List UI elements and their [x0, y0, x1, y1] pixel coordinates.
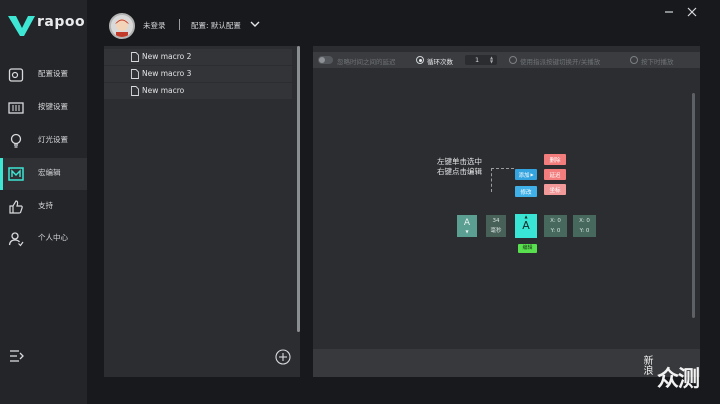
key-label: A [463, 218, 471, 228]
sidebar-item-profile[interactable]: 个人中心 [0, 223, 87, 255]
chevron-down-icon[interactable] [250, 20, 260, 28]
submenu-arrow-icon: ▶ [530, 172, 534, 177]
avatar-image [111, 15, 133, 37]
sidebar-item-macro[interactable]: 宏编辑 [0, 158, 87, 190]
coord-tile[interactable]: X: 0 Y: 0 [573, 215, 596, 237]
hint-line-2: 右键点击编辑 [437, 167, 482, 176]
delay-unit: 毫秒 [490, 228, 502, 234]
sidebar-item-support[interactable]: 支持 [0, 191, 87, 223]
connector-line [491, 168, 514, 192]
key-a-press-tile[interactable]: A ▼ [457, 215, 477, 237]
coord-x: X: 0 [550, 218, 561, 224]
config-label[interactable]: 配置: 默认配置 [191, 20, 241, 31]
lightbulb-icon [10, 133, 22, 148]
press-play-label: 按下时播放 [641, 58, 674, 66]
delay-menu-item[interactable]: 延迟 [544, 169, 566, 180]
list-item[interactable]: New macro 3 [104, 66, 292, 82]
loop-count-stepper[interactable]: 1 ▲ ▼ [465, 55, 497, 65]
user-icon [8, 232, 24, 247]
list-scrollbar[interactable] [297, 46, 300, 332]
keyboard-icon [8, 102, 24, 114]
macro-name: New macro [142, 86, 185, 95]
sidebar-item-label: 配置设置 [38, 69, 68, 78]
delete-menu-item[interactable]: 删除 [544, 154, 566, 165]
toggle-mode-radio[interactable] [509, 56, 517, 64]
arrow-down-icon: ▼ [465, 229, 469, 234]
thumbs-up-icon [9, 200, 23, 214]
minimize-icon[interactable] [664, 7, 674, 17]
collapse-icon[interactable] [9, 350, 25, 362]
toggle-mode-label: 使用指派按键切换开/关播放 [520, 58, 601, 66]
macro-icon [8, 167, 24, 181]
file-icon [131, 86, 139, 96]
ignore-delay-label: 忽略时间之间的延迟 [337, 58, 396, 66]
loop-count-label: 循环次数 [427, 58, 453, 66]
loop-count-value: 1 [475, 56, 480, 64]
key-a-release-tile[interactable]: ▲ A [515, 214, 537, 238]
modify-menu-item[interactable]: 修改 [515, 186, 537, 197]
sidebar-item-label: 宏编辑 [38, 168, 61, 177]
user-name[interactable]: 未登录 [143, 20, 166, 31]
watermark-text: 众测 [657, 367, 700, 392]
stepper-arrows-icon[interactable]: ▲ ▼ [490, 56, 493, 64]
coord-x: X: 0 [579, 218, 590, 224]
header-divider [179, 19, 180, 30]
sidebar-item-label: 个人中心 [38, 233, 68, 242]
ignore-delay-toggle[interactable] [318, 56, 333, 64]
list-item[interactable]: New macro [104, 83, 292, 99]
list-item[interactable]: New macro 2 [104, 49, 292, 65]
canvas-scrollbar[interactable] [692, 93, 695, 318]
macro-list-panel: New macro 2 New macro 3 New macro [104, 46, 300, 377]
loop-count-radio[interactable] [416, 56, 424, 64]
file-icon [131, 52, 139, 62]
key-label: A [522, 219, 530, 232]
sidebar-item-config[interactable]: 配置设置 [0, 59, 87, 91]
sidebar: rapoo 配置设置 按键设置 灯光设置 宏编辑 支持 个人中心 [0, 0, 87, 404]
macro-name: New macro 2 [142, 52, 192, 61]
watermark-logo: 新浪 [641, 355, 652, 375]
add-menu-item[interactable]: 添加 ▶ [515, 169, 537, 180]
add-macro-button[interactable] [275, 349, 291, 365]
sidebar-item-label: 支持 [38, 201, 53, 210]
macro-canvas[interactable] [322, 84, 688, 324]
arrow-up-icon: ▲ [524, 214, 528, 219]
press-play-radio[interactable] [630, 56, 638, 64]
brand-name: rapoo [37, 14, 86, 30]
settings-icon [8, 68, 24, 82]
coord-y: Y: 0 [550, 228, 561, 234]
sidebar-item-label: 灯光设置 [38, 135, 68, 144]
coord-y: Y: 0 [579, 228, 590, 234]
delay-tile[interactable]: 34 毫秒 [486, 215, 506, 237]
edit-tag[interactable]: 编辑 [518, 244, 537, 253]
coord-tile[interactable]: X: 0 Y: 0 [544, 215, 567, 237]
sidebar-item-label: 按键设置 [38, 102, 68, 111]
close-icon[interactable] [686, 6, 698, 18]
delay-value: 34 [492, 218, 500, 224]
sidebar-item-lighting[interactable]: 灯光设置 [0, 125, 87, 157]
add-label: 添加 [518, 172, 530, 179]
avatar[interactable] [109, 13, 135, 39]
macro-name: New macro 3 [142, 69, 192, 78]
sidebar-item-keys[interactable]: 按键设置 [0, 92, 87, 124]
coord-menu-item[interactable]: 坐标 [544, 184, 566, 195]
file-icon [131, 69, 139, 79]
